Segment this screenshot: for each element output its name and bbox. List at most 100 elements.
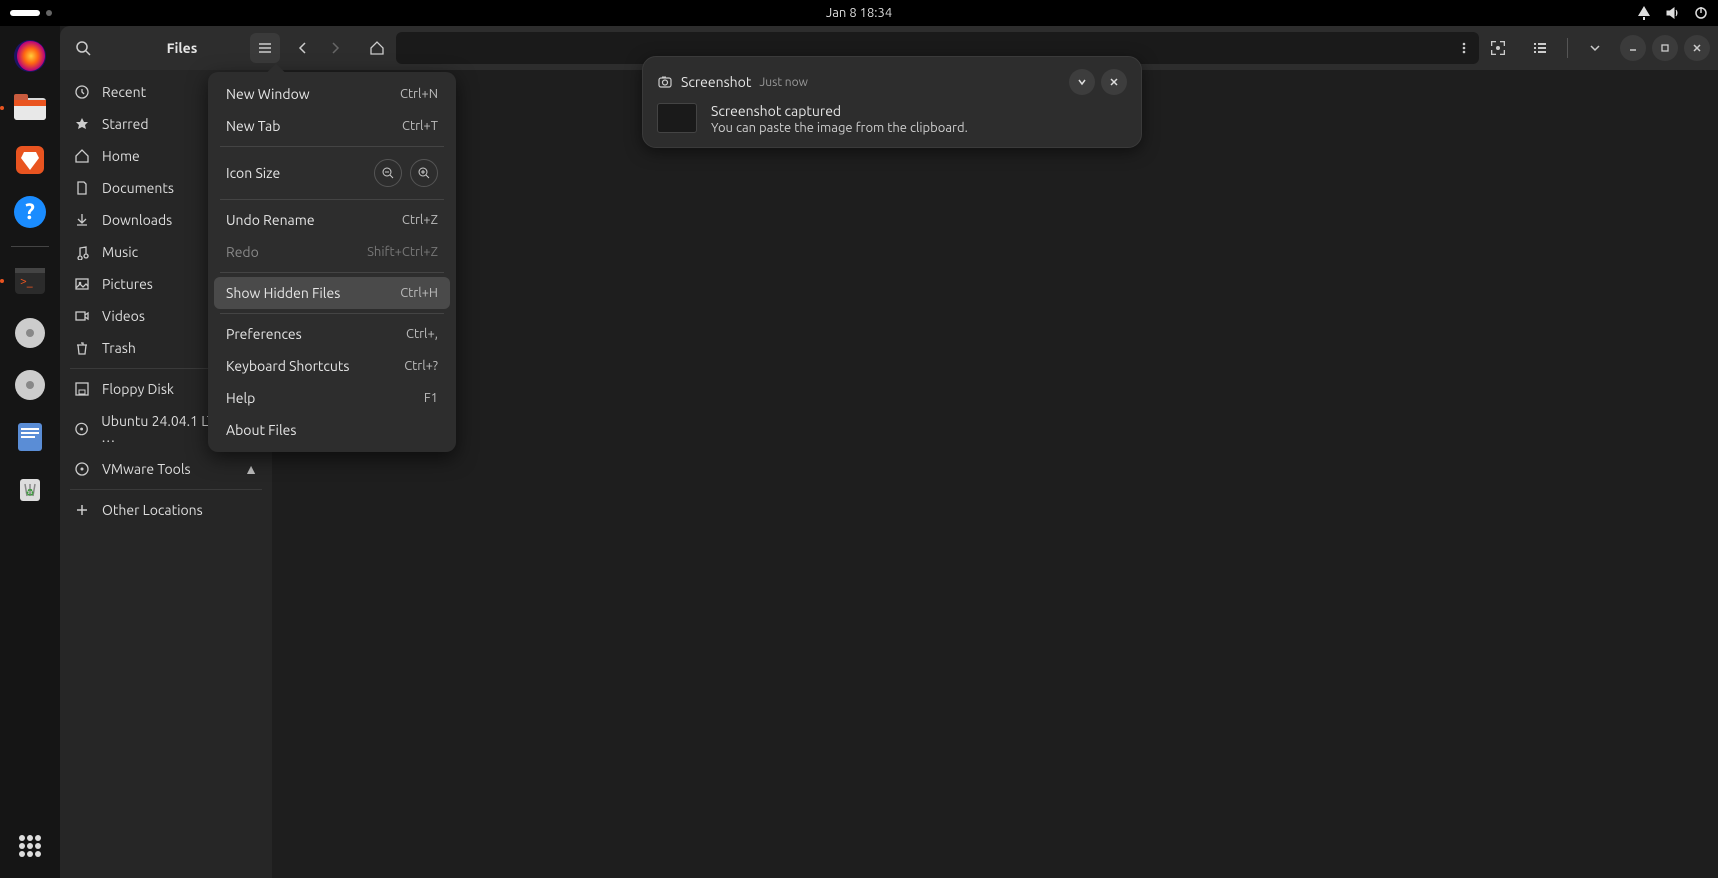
focus-icon	[1489, 39, 1507, 57]
star-icon	[74, 116, 90, 132]
menu-item-shortcut: Ctrl+N	[400, 87, 438, 101]
forward-button[interactable]	[320, 33, 350, 63]
plus-icon	[74, 502, 90, 518]
downloads-icon	[74, 212, 90, 228]
dock-show-apps[interactable]	[8, 824, 52, 868]
notification-expand-button[interactable]	[1069, 69, 1095, 95]
dock-files[interactable]	[8, 86, 52, 130]
activities-area[interactable]	[10, 10, 52, 16]
workspace-dot	[46, 10, 52, 16]
svg-text:?: ?	[25, 199, 35, 224]
menu-help[interactable]: Help F1	[214, 382, 450, 414]
menu-separator	[220, 199, 444, 200]
close-icon	[1692, 43, 1702, 53]
menu-item-label: Redo	[226, 244, 259, 260]
dock-terminal[interactable]: >_	[8, 259, 52, 303]
window-title: Files	[167, 40, 198, 56]
menu-show-hidden[interactable]: Show Hidden FilesCtrl+H	[214, 277, 450, 309]
hamburger-menu-button[interactable]	[250, 33, 280, 63]
sidebar-item-label: Home	[102, 148, 140, 164]
focus-view-button[interactable]	[1483, 33, 1513, 63]
minimize-button[interactable]	[1620, 35, 1646, 61]
menu-item-shortcut: Shift+Ctrl+Z	[367, 245, 438, 259]
home-icon	[369, 40, 385, 56]
menu-item-label: Preferences	[226, 326, 302, 342]
content-area	[272, 70, 1718, 878]
sidebar-mount-vmware[interactable]: VMware Tools▲	[60, 453, 272, 485]
minimize-icon	[1628, 43, 1638, 53]
kebab-icon	[1457, 41, 1471, 55]
menu-new-tab[interactable]: New TabCtrl+T	[214, 110, 450, 142]
disc-icon	[74, 421, 89, 437]
dock-disc-2[interactable]	[8, 363, 52, 407]
zoom-in-icon	[417, 166, 431, 180]
back-button[interactable]	[288, 33, 318, 63]
chevron-left-icon	[296, 41, 310, 55]
notification-body: You can paste the image from the clipboa…	[711, 121, 968, 135]
search-button[interactable]	[68, 33, 98, 63]
screenshot-app-icon	[657, 74, 673, 90]
home-path-button[interactable]	[362, 33, 392, 63]
recent-icon	[74, 84, 90, 100]
menu-preferences[interactable]: Preferences Ctrl+,	[214, 318, 450, 350]
menu-item-shortcut: Ctrl+,	[406, 327, 438, 341]
menu-redo: Redo Shift+Ctrl+Z	[214, 236, 450, 268]
sidebar-item-label: Floppy Disk	[102, 381, 174, 397]
view-options-button[interactable]	[1580, 33, 1610, 63]
workspace-pill	[10, 10, 40, 16]
dock-text-editor[interactable]	[8, 415, 52, 459]
chevron-down-icon	[1589, 42, 1601, 54]
pictures-icon	[74, 276, 90, 292]
notification-thumbnail	[657, 103, 697, 133]
dock-disc-1[interactable]	[8, 311, 52, 355]
sidebar-other-locations[interactable]: Other Locations	[60, 494, 272, 526]
menu-item-shortcut: Ctrl+T	[402, 119, 438, 133]
system-tray[interactable]	[1636, 6, 1708, 20]
menu-item-label: About Files	[226, 422, 296, 438]
path-kebab-button[interactable]	[1457, 41, 1471, 55]
music-icon	[74, 244, 90, 260]
dock: ? >_ ♻	[0, 26, 60, 878]
menu-item-label: Icon Size	[226, 165, 280, 181]
eject-button[interactable]: ▲	[244, 461, 258, 477]
zoom-in-button[interactable]	[410, 159, 438, 187]
menu-item-shortcut: Ctrl+Z	[402, 213, 438, 227]
list-view-button[interactable]	[1525, 33, 1555, 63]
menu-item-shortcut: F1	[424, 391, 438, 405]
hamburger-icon	[257, 40, 273, 56]
menu-separator	[220, 313, 444, 314]
menu-item-label: Help	[226, 390, 255, 406]
menu-about[interactable]: About Files	[214, 414, 450, 446]
sidebar-separator	[70, 489, 262, 490]
disc-icon	[74, 461, 90, 477]
menu-icon-size: Icon Size	[214, 151, 450, 195]
menu-item-shortcut: Ctrl+?	[404, 359, 438, 373]
maximize-button[interactable]	[1652, 35, 1678, 61]
sidebar-item-label: Other Locations	[102, 502, 203, 518]
dock-trash[interactable]: ♻	[8, 467, 52, 511]
hamburger-popover: New Window Ctrl+N New TabCtrl+T Icon Size…	[208, 72, 456, 452]
notification-app: Screenshot	[681, 74, 751, 90]
notification-title: Screenshot captured	[711, 103, 968, 119]
notification-close-button[interactable]	[1101, 69, 1127, 95]
volume-icon	[1666, 6, 1680, 20]
dock-firefox[interactable]	[8, 34, 52, 78]
notification-time: Just now	[759, 76, 808, 89]
menu-undo[interactable]: Undo Rename Ctrl+Z	[214, 204, 450, 236]
list-icon	[1532, 40, 1548, 56]
sidebar-item-label: Trash	[102, 340, 136, 356]
dock-help[interactable]: ?	[8, 190, 52, 234]
zoom-out-button[interactable]	[374, 159, 402, 187]
dock-software[interactable]	[8, 138, 52, 182]
gnome-topbar: Jan 8 18:34	[0, 0, 1718, 26]
menu-separator	[220, 146, 444, 147]
menu-shortcuts[interactable]: Keyboard ShortcutsCtrl+?	[214, 350, 450, 382]
menu-item-label: Undo Rename	[226, 212, 315, 228]
power-icon	[1694, 6, 1708, 20]
menu-item-label: New Window	[226, 86, 310, 102]
zoom-out-icon	[381, 166, 395, 180]
clock[interactable]: Jan 8 18:34	[826, 6, 892, 20]
dock-separator	[11, 246, 49, 247]
menu-new-window[interactable]: New Window Ctrl+N	[214, 78, 450, 110]
close-button[interactable]	[1684, 35, 1710, 61]
